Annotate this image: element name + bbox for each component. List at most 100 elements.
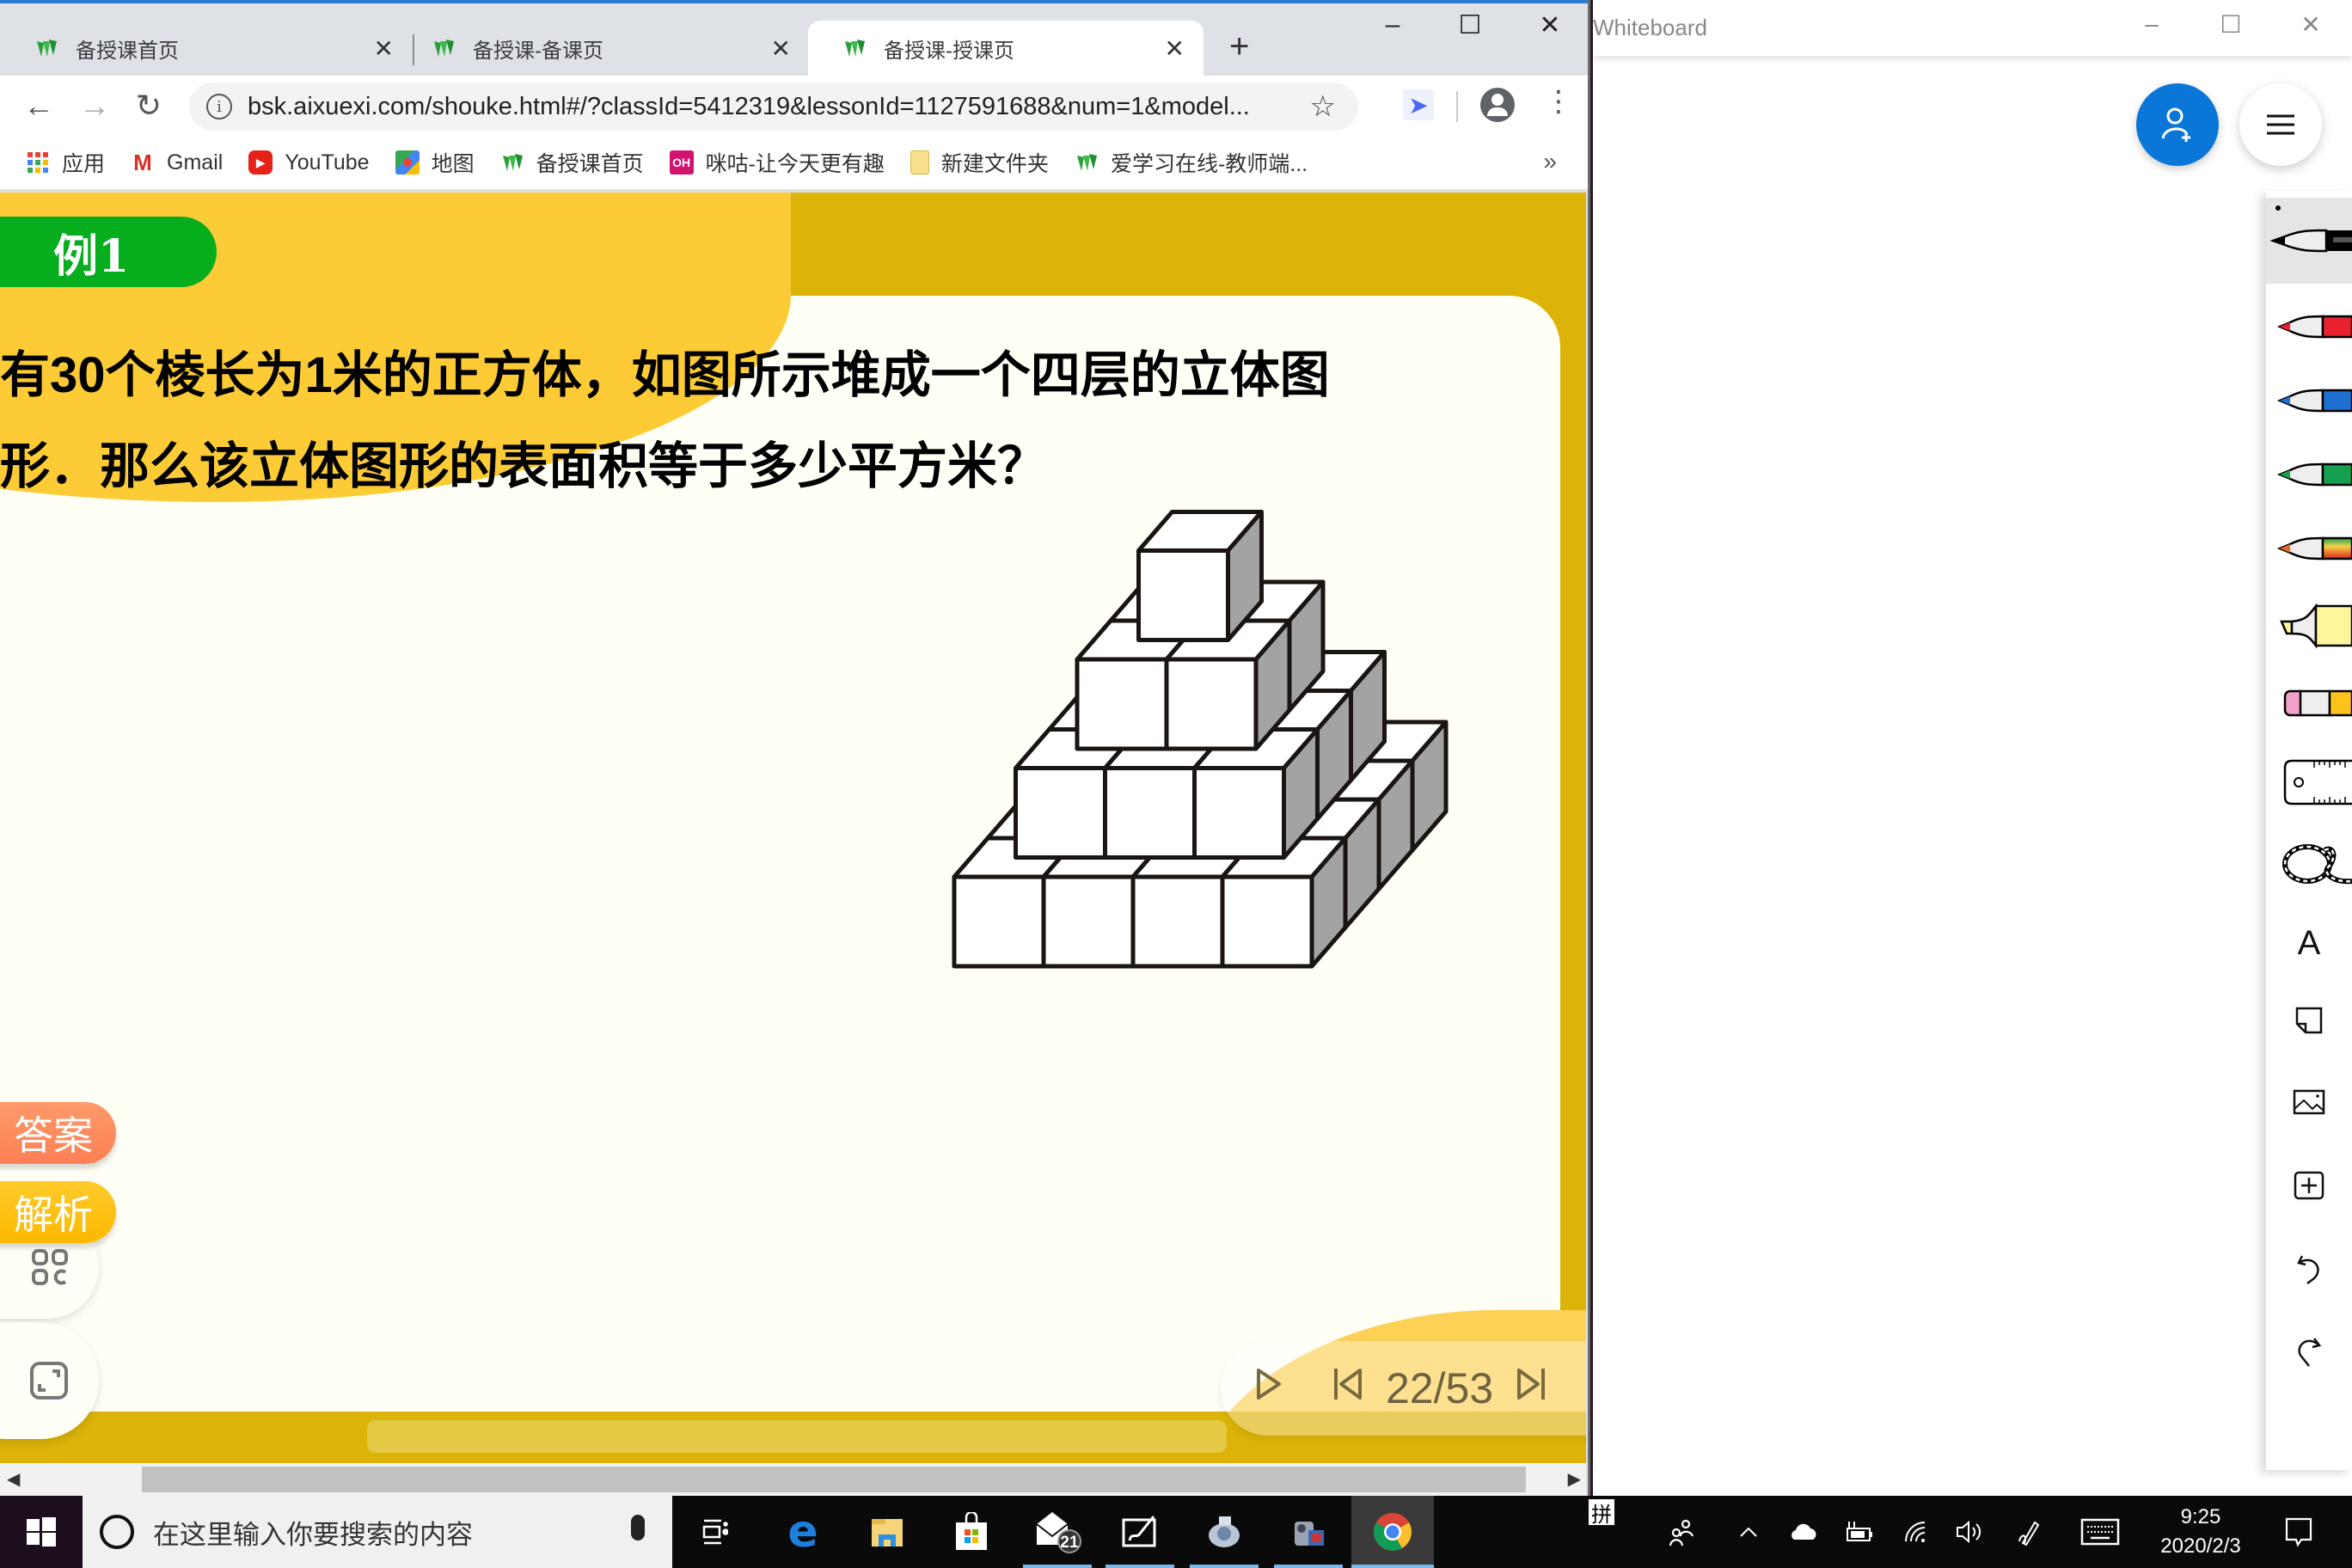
migu-icon: OH (669, 150, 694, 175)
media-player-icon (1209, 1516, 1240, 1547)
redo-icon (2298, 1338, 2322, 1367)
youtube-icon: ▶ (248, 150, 273, 175)
tool-insert[interactable] (2266, 1155, 2352, 1216)
keyboard-icon (2080, 1518, 2120, 1546)
bookmark-youtube[interactable]: ▶ YouTube (248, 150, 370, 175)
redo-button[interactable] (2266, 1320, 2352, 1381)
taskbar-whiteboard[interactable] (1099, 1496, 1181, 1568)
back-button[interactable]: ← (17, 88, 60, 124)
task-view-button[interactable] (674, 1496, 756, 1568)
bookmark-gmail[interactable]: M Gmail (131, 150, 223, 175)
tool-pen-black[interactable] (2266, 198, 2352, 284)
invite-button[interactable] (2136, 83, 2219, 166)
mail-icon: 21 (1036, 1512, 1081, 1553)
bookmark-new-folder[interactable]: 新建文件夹 (910, 147, 1049, 178)
bookmark-apps[interactable]: 应用 (26, 147, 105, 178)
next-slide-button[interactable] (1516, 1367, 1547, 1411)
tool-highlighter[interactable] (2266, 591, 2352, 660)
ime-indicator[interactable]: 拼 (1589, 1499, 1614, 1527)
tool-sticky-note[interactable] (2266, 990, 2352, 1050)
bookmark-label: YouTube (285, 150, 370, 175)
reload-button[interactable]: ↻ (127, 88, 170, 124)
forward-button[interactable]: → (73, 88, 116, 124)
close-window-button[interactable]: ✕ (1511, 10, 1589, 40)
question-line-2: 形．那么该立体图形的表面积等于多少平方米？ (0, 438, 1048, 494)
start-button[interactable] (0, 1496, 83, 1568)
tool-pen-blue[interactable] (2266, 370, 2352, 432)
address-bar[interactable]: i bsk.aixuexi.com/shouke.html#/?classId=… (189, 83, 1358, 131)
tab-prep-lesson[interactable]: 备授课-备课页 ✕ (397, 21, 810, 76)
whiteboard-maximize-button[interactable]: ☐ (2196, 10, 2265, 39)
scroll-right-arrow-icon[interactable]: ▶ (1568, 1468, 1581, 1490)
profile-avatar-icon[interactable] (1480, 88, 1515, 122)
answer-button[interactable]: 答案 (0, 1102, 116, 1164)
battery-button[interactable] (1838, 1496, 1879, 1568)
network-button[interactable] (1895, 1496, 1936, 1568)
close-icon[interactable]: ✕ (771, 34, 791, 63)
taskbar-mail[interactable]: 21 (1016, 1496, 1099, 1568)
gmail-icon: M (133, 149, 152, 175)
tool-eraser[interactable] (2266, 672, 2352, 734)
bookmark-migu[interactable]: OH 咪咕-让今天更有趣 (669, 147, 885, 178)
wifi-icon (1905, 1522, 1926, 1542)
onedrive-button[interactable] (1783, 1496, 1824, 1568)
red-pen-icon (2276, 315, 2352, 339)
cortana-icon[interactable] (100, 1515, 134, 1549)
whiteboard-close-button[interactable]: ✕ (2276, 10, 2345, 39)
taskbar-file-explorer[interactable] (846, 1496, 928, 1568)
pen-workspace-button[interactable] (2008, 1496, 2049, 1568)
bookmark-label: Gmail (167, 150, 224, 175)
taskbar-media-app[interactable] (1183, 1496, 1265, 1568)
bookmark-teacher[interactable]: 爱学习在线-教师端... (1075, 147, 1308, 178)
undo-button[interactable] (2266, 1238, 2352, 1298)
fullscreen-icon (30, 1362, 68, 1400)
system-clock[interactable]: 9:25 2020/2/3 (2149, 1503, 2252, 1561)
new-tab-button[interactable]: + (1229, 28, 1249, 66)
taskbar-chrome[interactable] (1351, 1496, 1434, 1568)
tab-prep-home[interactable]: 备授课首页 ✕ (0, 21, 413, 76)
taskbar-store[interactable] (930, 1496, 1013, 1568)
people-button[interactable] (1661, 1496, 1702, 1568)
bookmark-maps[interactable]: 地图 (395, 147, 475, 178)
tab-teach-lesson[interactable]: 备授课-授课页 ✕ (808, 21, 1204, 76)
bookmark-star-icon[interactable]: ☆ (1310, 89, 1336, 124)
previous-slide-button[interactable] (1332, 1367, 1363, 1411)
touch-keyboard-button[interactable] (2077, 1496, 2123, 1568)
menu-kebab-icon[interactable]: ⋮ (1544, 84, 1573, 119)
tool-pen-green[interactable] (2266, 444, 2352, 505)
taskbar-video-app[interactable] (1267, 1496, 1350, 1568)
taskbar-search-box[interactable]: 在这里输入你要搜索的内容 (83, 1496, 672, 1568)
show-hidden-icons-button[interactable] (1728, 1496, 1769, 1568)
microphone-icon[interactable] (631, 1515, 645, 1540)
tool-lasso[interactable] (2266, 829, 2352, 897)
info-icon[interactable]: i (206, 94, 232, 119)
play-button[interactable] (1255, 1367, 1283, 1411)
tool-pen-red[interactable] (2266, 296, 2352, 358)
bookmark-label: 地图 (431, 152, 475, 176)
analysis-button[interactable]: 解析 (0, 1181, 116, 1243)
whiteboard-minimize-button[interactable]: – (2117, 10, 2186, 38)
scroll-left-arrow-icon[interactable]: ◀ (7, 1468, 20, 1490)
tool-text[interactable]: A (2266, 913, 2352, 973)
microsoft-store-icon (956, 1512, 987, 1550)
horizontal-scrollbar[interactable]: ◀ ▶ (0, 1463, 1586, 1496)
action-center-button[interactable] (2275, 1496, 2323, 1568)
volume-button[interactable] (1948, 1496, 1989, 1568)
task-view-icon (702, 1519, 728, 1545)
skip-previous-icon (1334, 1368, 1362, 1400)
url-text[interactable]: bsk.aixuexi.com/shouke.html#/?classId=54… (248, 93, 1279, 121)
scrollbar-thumb[interactable] (142, 1467, 1526, 1492)
extension-bird-icon[interactable]: ➤ (1403, 89, 1434, 120)
bottom-progress-strip (367, 1420, 1227, 1453)
close-icon[interactable]: ✕ (374, 34, 394, 63)
taskbar-edge[interactable]: e (762, 1496, 844, 1568)
bookmark-prep-home[interactable]: 备授课首页 (500, 147, 644, 178)
close-icon[interactable]: ✕ (1165, 34, 1185, 63)
maximize-button[interactable]: ☐ (1431, 10, 1509, 40)
tool-ruler[interactable] (2266, 748, 2352, 817)
bookmarks-overflow-button[interactable]: » (1543, 148, 1557, 175)
whiteboard-menu-button[interactable] (2239, 83, 2322, 166)
minimize-button[interactable]: – (1354, 10, 1431, 40)
tool-image[interactable] (2266, 1072, 2352, 1132)
tool-pen-rainbow[interactable] (2266, 518, 2352, 579)
